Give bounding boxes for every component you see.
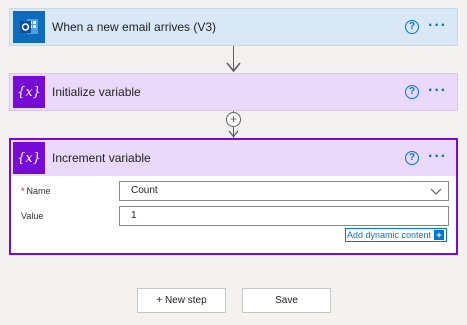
more-options-icon[interactable]: ··· bbox=[428, 16, 447, 36]
initialize-variable-card-header[interactable]: {x} Initialize variable ? ··· bbox=[10, 74, 457, 110]
new-step-button[interactable]: + New step bbox=[137, 288, 226, 313]
add-dynamic-content-label: Add dynamic content bbox=[346, 230, 431, 240]
required-marker: * bbox=[21, 186, 25, 196]
add-dynamic-content-button[interactable]: Add dynamic content + bbox=[344, 228, 447, 242]
value-input[interactable]: 1 bbox=[119, 206, 449, 226]
increment-variable-card-header[interactable]: {x} Increment variable ? ··· bbox=[11, 140, 456, 176]
insert-step-button[interactable]: + bbox=[226, 112, 241, 127]
variable-icon: {x} bbox=[13, 142, 45, 174]
outlook-icon bbox=[13, 11, 45, 43]
name-label-text: Name bbox=[26, 186, 51, 196]
value-input-text: 1 bbox=[131, 210, 137, 221]
trigger-card-header[interactable]: When a new email arrives (V3) ? ··· bbox=[10, 9, 457, 45]
dynamic-content-plus-icon: + bbox=[434, 230, 444, 240]
arrow-down-icon bbox=[228, 130, 239, 138]
chevron-down-icon bbox=[430, 188, 442, 195]
trigger-card-title: When a new email arrives (V3) bbox=[52, 20, 217, 34]
variable-glyph: {x} bbox=[17, 150, 41, 166]
name-dropdown-value: Count bbox=[131, 185, 158, 196]
trigger-card[interactable]: When a new email arrives (V3) ? ··· bbox=[9, 8, 458, 46]
save-button[interactable]: Save bbox=[242, 288, 331, 313]
initialize-variable-card-title: Initialize variable bbox=[52, 85, 141, 99]
name-dropdown[interactable]: Count bbox=[119, 181, 449, 201]
more-options-icon[interactable]: ··· bbox=[428, 147, 447, 167]
variable-glyph: {x} bbox=[17, 84, 41, 100]
help-icon[interactable]: ? bbox=[405, 20, 419, 34]
increment-variable-card[interactable]: {x} Increment variable ? ··· * Name Count… bbox=[9, 138, 458, 255]
initialize-variable-card[interactable]: {x} Initialize variable ? ··· bbox=[9, 73, 458, 111]
value-field-label: Value bbox=[21, 211, 44, 221]
name-field-label: * Name bbox=[21, 186, 51, 196]
more-options-icon[interactable]: ··· bbox=[428, 81, 447, 101]
variable-icon: {x} bbox=[13, 76, 45, 108]
arrow-down-icon bbox=[226, 62, 241, 73]
increment-variable-card-title: Increment variable bbox=[52, 151, 151, 165]
help-icon[interactable]: ? bbox=[405, 85, 419, 99]
help-icon[interactable]: ? bbox=[405, 151, 419, 165]
